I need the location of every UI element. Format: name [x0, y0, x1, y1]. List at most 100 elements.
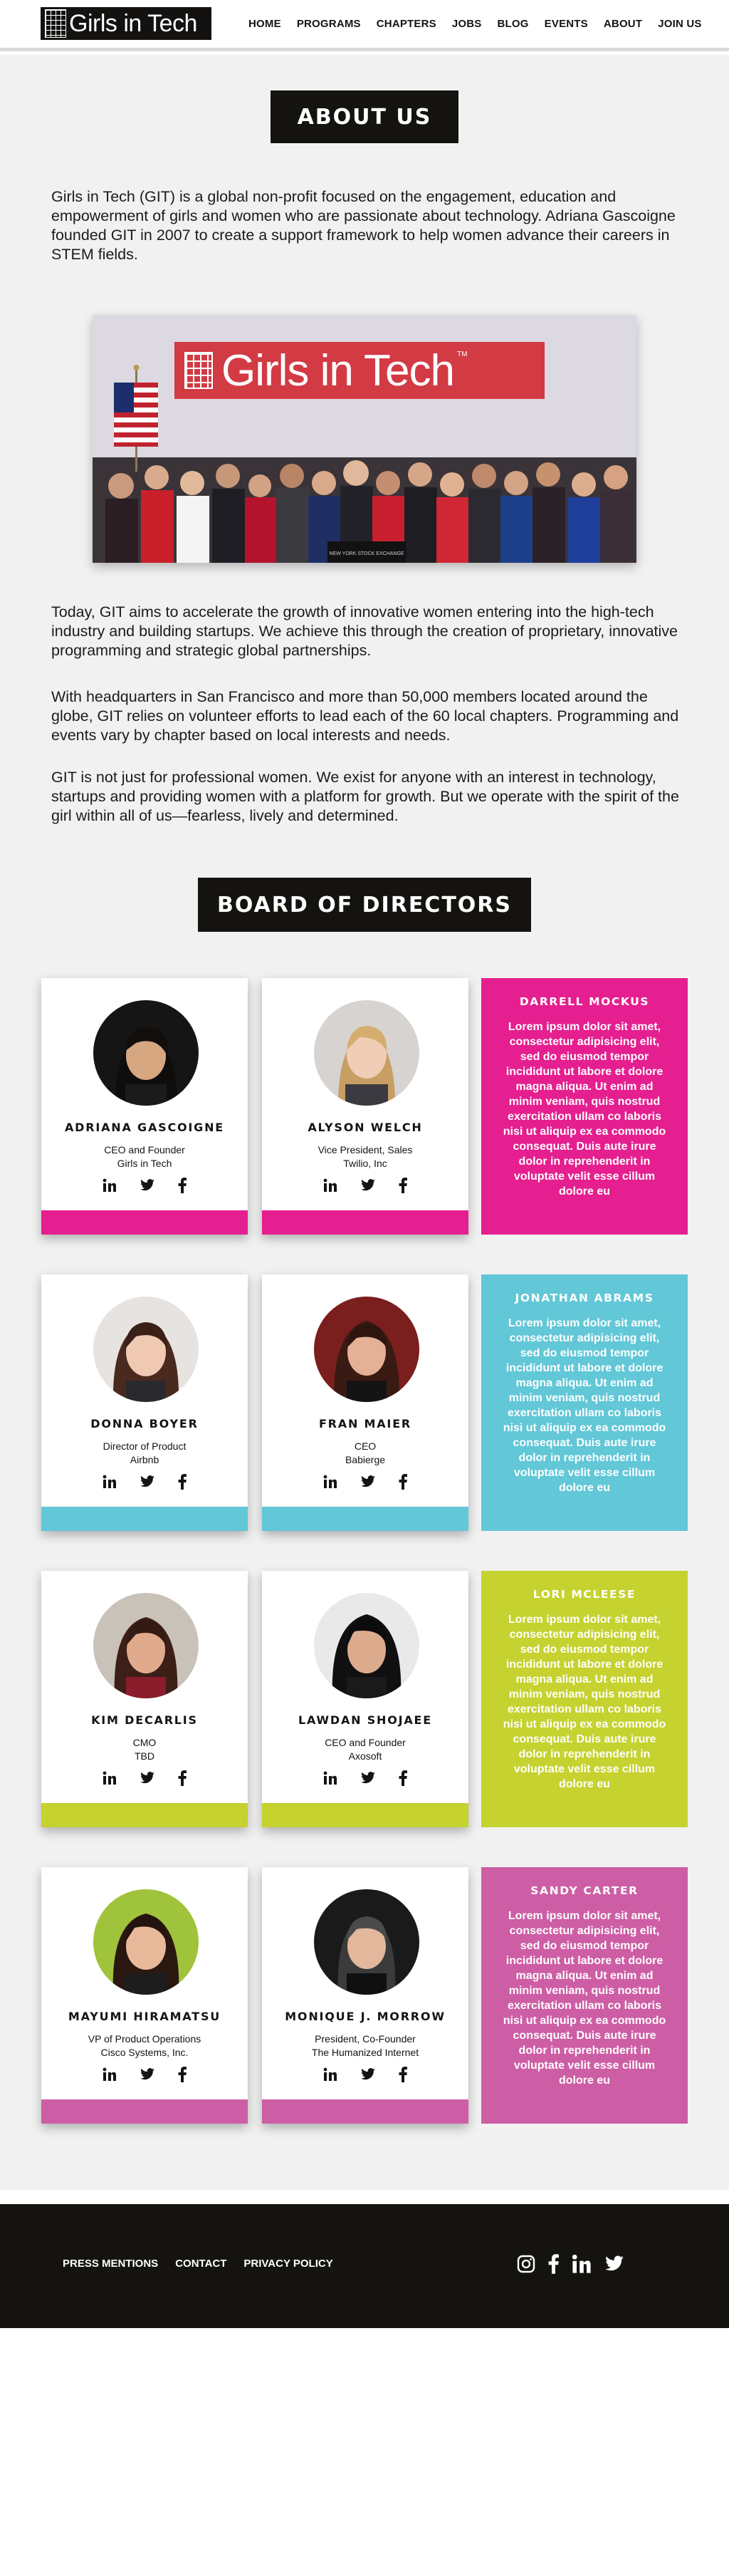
card-accent-strip [41, 2099, 248, 2124]
linkedin-icon[interactable] [103, 1178, 117, 1193]
bio-name: LORI MCLEESE [533, 1588, 636, 1601]
linkedin-icon[interactable] [323, 1771, 337, 1785]
board-heading: BOARD OF DIRECTORS [198, 878, 531, 932]
facebook-icon[interactable] [399, 1474, 407, 1490]
avatar [314, 1000, 419, 1106]
bio-text: Lorem ipsum dolor sit amet, consectetur … [503, 1317, 666, 1494]
footer-link-contact[interactable]: CONTACT [175, 2258, 226, 2270]
avatar [93, 1889, 199, 1995]
member-name: MAYUMI HIRAMATSU [68, 2010, 221, 2023]
board-card: ALYSON WELCH Vice President, Sales Twili… [262, 978, 468, 1235]
card-accent-strip [41, 1210, 248, 1235]
avatar [93, 1593, 199, 1698]
bio-card: JONATHAN ABRAMS Lorem ipsum dolor sit am… [481, 1274, 688, 1531]
nav-chapters[interactable]: CHAPTERS [377, 18, 436, 32]
site-footer: PRESS MENTIONS CONTACT PRIVACY POLICY [0, 2204, 729, 2328]
bio-text: Lorem ipsum dolor sit amet, consectetur … [503, 1614, 666, 1790]
twitter-icon[interactable] [140, 1179, 155, 1192]
bio-name: DARRELL MOCKUS [519, 995, 650, 1008]
about-intro-paragraph: Girls in Tech (GIT) is a global non-prof… [51, 188, 676, 263]
member-role: Vice President, Sales Twilio, Inc [318, 1144, 413, 1169]
main-content: ABOUT US Girls in Tech (GIT) is a global… [0, 55, 729, 2190]
linkedin-icon[interactable] [323, 1475, 337, 1489]
nav-home[interactable]: HOME [248, 18, 281, 32]
footer-link-privacy[interactable]: PRIVACY POLICY [243, 2258, 332, 2270]
member-name: MONIQUE J. MORROW [285, 2010, 446, 2023]
main-nav: HOME PROGRAMS CHAPTERS JOBS BLOG EVENTS … [248, 18, 702, 32]
avatar [314, 1593, 419, 1698]
facebook-icon[interactable] [178, 1474, 187, 1490]
avatar [314, 1889, 419, 1995]
member-socials [41, 1474, 248, 1490]
board-card: FRAN MAIER CEO Babierge [262, 1274, 468, 1531]
member-role: President, Co-Founder The Humanized Inte… [311, 2033, 419, 2058]
twitter-icon[interactable] [140, 1772, 155, 1785]
footer-socials [517, 2254, 624, 2274]
bio-card: SANDY CARTER Lorem ipsum dolor sit amet,… [481, 1867, 688, 2124]
board-card: KIM DECARLIS CMO TBD [41, 1571, 248, 1827]
member-role: Director of Product Airbnb [103, 1440, 187, 1465]
card-accent-strip [262, 1507, 468, 1531]
facebook-icon[interactable] [399, 1178, 407, 1193]
about-paragraph-3: With headquarters in San Francisco and m… [51, 688, 679, 744]
member-name: LAWDAN SHOJAEE [298, 1713, 433, 1727]
avatar [93, 1000, 199, 1106]
about-us-heading: ABOUT US [271, 90, 458, 143]
nav-events[interactable]: EVENTS [545, 18, 588, 32]
facebook-icon[interactable] [399, 2067, 407, 2082]
twitter-icon[interactable] [360, 1179, 376, 1192]
nav-jobs[interactable]: JOBS [452, 18, 482, 32]
flag-illustration [114, 365, 158, 472]
twitter-icon[interactable] [140, 1475, 155, 1488]
photo-banner-text: Girls in Tech [221, 346, 455, 395]
photo-banner: Girls in Tech TM [174, 342, 545, 399]
nav-blog[interactable]: BLOG [498, 18, 529, 32]
about-paragraph-4: GIT is not just for professional women. … [51, 769, 679, 824]
member-socials [41, 2067, 248, 2082]
site-header: Girls in Tech HOME PROGRAMS CHAPTERS JOB… [0, 0, 729, 51]
twitter-icon[interactable] [140, 2068, 155, 2081]
linkedin-icon[interactable] [103, 1771, 117, 1785]
card-accent-strip [41, 1507, 248, 1531]
logo-text: Girls in Tech [69, 9, 197, 37]
member-socials [262, 1178, 468, 1193]
bio-name: JONATHAN ABRAMS [515, 1292, 654, 1304]
nav-about[interactable]: ABOUT [604, 18, 642, 32]
member-role: CEO and Founder Girls in Tech [104, 1144, 185, 1169]
member-socials [262, 2067, 468, 2082]
twitter-icon[interactable] [360, 1772, 376, 1785]
member-role: CEO and Founder Axosoft [325, 1737, 406, 1762]
twitter-icon[interactable] [360, 2068, 376, 2081]
team-photo: NEW YORK STOCK EXCHANGE Girls in Tech TM [93, 315, 636, 563]
member-role: VP of Product Operations Cisco Systems, … [88, 2033, 201, 2058]
photo-banner-tm: TM [456, 350, 468, 358]
linkedin-icon[interactable] [323, 2067, 337, 2082]
facebook-icon[interactable] [548, 2254, 559, 2274]
facebook-icon[interactable] [399, 1770, 407, 1786]
nav-join-us[interactable]: JOIN US [658, 18, 701, 32]
board-card: ADRIANA GASCOIGNE CEO and Founder Girls … [41, 978, 248, 1235]
linkedin-icon[interactable] [103, 2067, 117, 2082]
logo[interactable]: Girls in Tech [41, 7, 211, 40]
member-name: ADRIANA GASCOIGNE [64, 1121, 225, 1134]
linkedin-icon[interactable] [323, 1178, 337, 1193]
avatar [314, 1297, 419, 1402]
linkedin-icon[interactable] [572, 2254, 592, 2274]
card-accent-strip [262, 1210, 468, 1235]
footer-link-press[interactable]: PRESS MENTIONS [63, 2258, 158, 2270]
podium-sign: NEW YORK STOCK EXCHANGE [329, 551, 404, 556]
facebook-icon[interactable] [178, 1178, 187, 1193]
board-card: MONIQUE J. MORROW President, Co-Founder … [262, 1867, 468, 2124]
twitter-icon[interactable] [604, 2255, 624, 2273]
facebook-icon[interactable] [178, 1770, 187, 1786]
card-accent-strip [41, 1803, 248, 1827]
bio-text: Lorem ipsum dolor sit amet, consectetur … [503, 1021, 666, 1198]
facebook-icon[interactable] [178, 2067, 187, 2082]
nav-programs[interactable]: PROGRAMS [297, 18, 361, 32]
linkedin-icon[interactable] [103, 1475, 117, 1489]
banner-grid-icon [184, 352, 213, 389]
member-name: DONNA BOYER [90, 1417, 199, 1430]
board-card: LAWDAN SHOJAEE CEO and Founder Axosoft [262, 1571, 468, 1827]
instagram-icon[interactable] [517, 2255, 535, 2273]
twitter-icon[interactable] [360, 1475, 376, 1488]
